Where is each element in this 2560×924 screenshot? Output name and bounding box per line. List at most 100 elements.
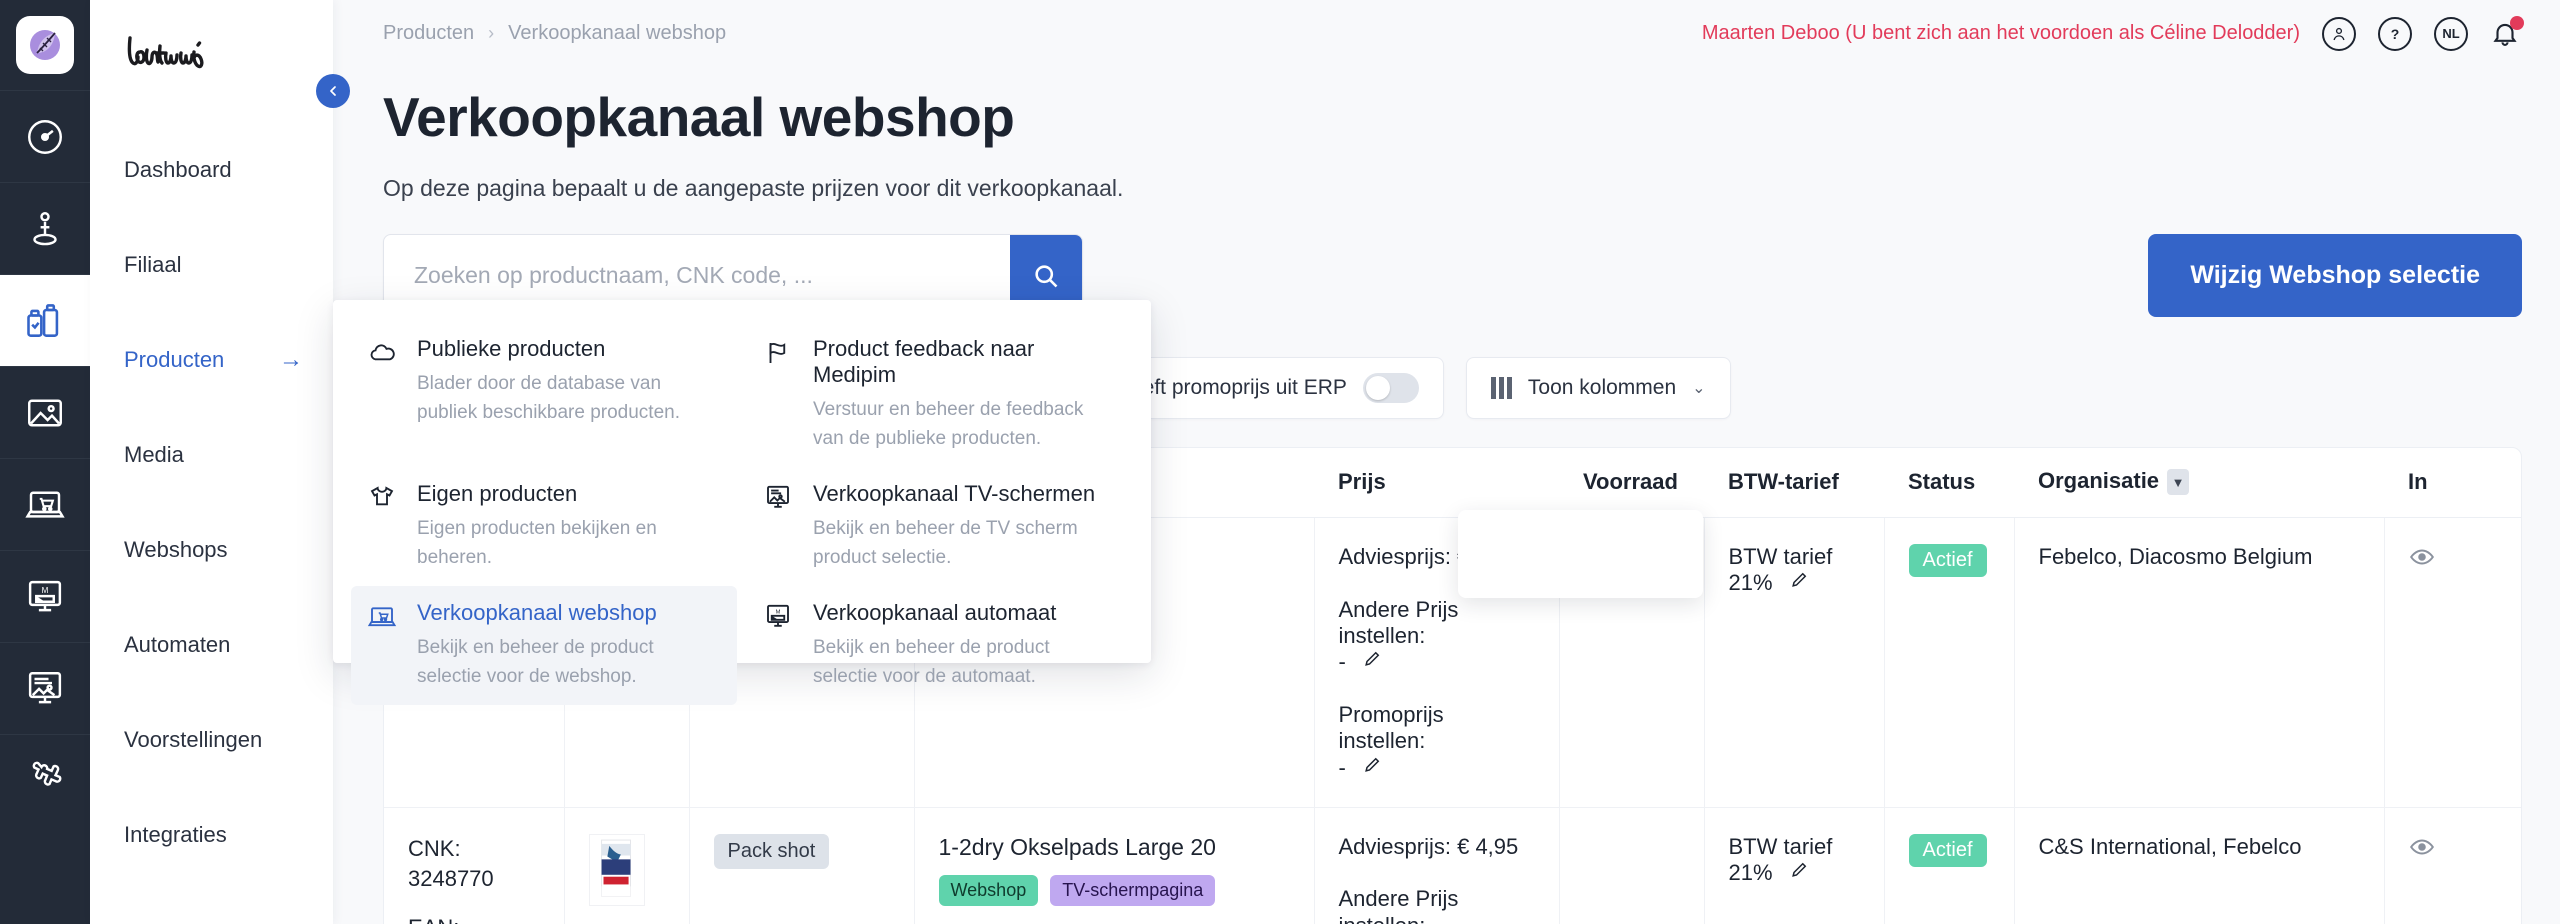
menu-item-verkoopkanaal-tv[interactable]: Verkoopkanaal TV-schermen Bekijk en behe… bbox=[747, 467, 1133, 586]
menu-item-title: Publieke producten bbox=[417, 336, 606, 361]
rail-item-dashboard[interactable] bbox=[0, 90, 90, 182]
menu-item-eigen-producten[interactable]: Eigen producten Eigen producten bekijken… bbox=[351, 467, 737, 586]
andere-prijs-row: - bbox=[1339, 649, 1535, 675]
cell-status: Actief bbox=[1884, 807, 2015, 924]
help-icon[interactable]: ? bbox=[2378, 16, 2412, 51]
page-subtitle: Op deze pagina bepaalt u de aangepaste p… bbox=[383, 175, 1124, 201]
sidebar-item-list: Dashboard Filiaal Producten → Media Webs… bbox=[90, 100, 333, 882]
ean-label: EAN: bbox=[408, 913, 540, 924]
menu-item-title: Verkoopkanaal TV-schermen bbox=[813, 481, 1096, 506]
menu-item-title: Eigen producten bbox=[417, 481, 578, 506]
svg-text:M: M bbox=[42, 585, 49, 594]
menu-item-product-feedback[interactable]: Product feedback naar Medipim Verstuur e… bbox=[747, 322, 1133, 467]
sort-descending-icon[interactable]: ▼ bbox=[2167, 469, 2190, 496]
product-thumbnail bbox=[588, 833, 645, 906]
app-logo[interactable] bbox=[0, 0, 90, 90]
laptop-cart-icon bbox=[24, 484, 66, 526]
sidebar-collapse-button[interactable] bbox=[316, 74, 350, 108]
visibility-icon[interactable] bbox=[2409, 549, 2435, 575]
rail-item-filiaal[interactable] bbox=[0, 182, 90, 274]
product-hover-card bbox=[1458, 510, 1703, 598]
btw-label: BTW tarief bbox=[1728, 544, 1833, 570]
sidebar-item-automaten[interactable]: Automaten bbox=[90, 597, 333, 692]
user-avatar-icon[interactable] bbox=[2322, 16, 2356, 51]
table-row[interactable]: CNK: 3248770 EAN: 8717775824442 bbox=[384, 807, 2521, 924]
gauge-icon bbox=[24, 116, 66, 158]
edit-pencil-icon[interactable] bbox=[1789, 860, 1809, 886]
th-voorraad[interactable]: Voorraad bbox=[1559, 448, 1704, 519]
sidebar-item-label: Integraties bbox=[124, 821, 227, 847]
sidebar-item-filiaal[interactable]: Filiaal bbox=[90, 217, 333, 312]
rail-item-webshops[interactable] bbox=[0, 458, 90, 550]
sidebar-item-label: Media bbox=[124, 441, 184, 467]
cell-packshot: Pack shot bbox=[689, 807, 915, 924]
cell-btw-tarief: BTW tarief 21% bbox=[1704, 807, 1885, 924]
th-btw-tarief[interactable]: BTW-tarief bbox=[1704, 448, 1884, 519]
th-status[interactable]: Status bbox=[1884, 448, 2014, 519]
wijzig-webshop-selectie-button[interactable]: Wijzig Webshop selectie bbox=[2148, 234, 2522, 317]
sidebar-item-dashboard[interactable]: Dashboard bbox=[90, 122, 333, 217]
tag-tv-schermpagina: TV-schermpagina bbox=[1050, 874, 1216, 906]
cell-cnk-ean: CNK: 3248770 EAN: 8717775824442 bbox=[384, 807, 565, 924]
menu-item-desc: Bekijk en beheer de product selectie voo… bbox=[813, 637, 1050, 687]
menu-item-desc: Blader door de database van publiek besc… bbox=[417, 373, 681, 423]
notifications-bell-icon[interactable] bbox=[2490, 15, 2524, 51]
language-selector[interactable]: NL bbox=[2434, 16, 2468, 51]
sidebar-item-media[interactable]: Media bbox=[90, 407, 333, 502]
btw-label: BTW tarief bbox=[1728, 833, 1833, 859]
lochting-leaf-logo bbox=[16, 16, 74, 74]
promoprijs-toggle[interactable] bbox=[1362, 373, 1419, 403]
menu-item-title: Product feedback naar Medipim bbox=[813, 336, 1035, 387]
cloud-icon bbox=[367, 336, 401, 453]
presentation-icon bbox=[24, 668, 66, 710]
sidebar-item-integraties[interactable]: Integraties bbox=[90, 787, 333, 882]
sidebar-item-voorstellingen[interactable]: Voorstellingen bbox=[90, 692, 333, 787]
menu-item-verkoopkanaal-automaat[interactable]: M Verkoopkanaal automaat Bekijk en behee… bbox=[747, 586, 1133, 705]
menu-item-verkoopkanaal-webshop[interactable]: Verkoopkanaal webshop Bekijk en beheer d… bbox=[351, 586, 737, 705]
impersonation-notice: Maarten Deboo (U bent zich aan het voord… bbox=[1701, 22, 2300, 44]
svg-text:M: M bbox=[776, 610, 781, 616]
cell-btw-tarief: BTW tarief 21% bbox=[1704, 517, 1885, 808]
cell-thumbnail[interactable] bbox=[564, 807, 690, 924]
visibility-icon[interactable] bbox=[2409, 839, 2435, 865]
th-prijs[interactable]: Prijs bbox=[1314, 448, 1559, 519]
bottles-icon bbox=[23, 299, 67, 343]
menu-item-desc: Verstuur en beheer de feedback van de pu… bbox=[813, 399, 1084, 449]
rail-item-media[interactable] bbox=[0, 366, 90, 458]
arrow-right-icon: → bbox=[279, 345, 303, 373]
rail-item-producten[interactable] bbox=[0, 274, 90, 366]
laptop-cart-icon bbox=[367, 600, 401, 691]
rail-item-automaten[interactable]: M bbox=[0, 550, 90, 642]
edit-pencil-icon[interactable] bbox=[1362, 649, 1382, 675]
promoprijs-label: Promoprijs instellen: bbox=[1338, 701, 1444, 754]
th-organisatie[interactable]: Organisatie ▼ bbox=[2014, 448, 2384, 519]
btw-value: 21% bbox=[1728, 859, 1773, 885]
th-organisatie-label: Organisatie bbox=[2038, 468, 2160, 493]
edit-pencil-icon[interactable] bbox=[1789, 570, 1809, 596]
app-root: M Dashboard Filiaal Producten → Media We… bbox=[0, 0, 2560, 924]
status-badge: Actief bbox=[1908, 833, 1987, 867]
cell-product-name[interactable]: 1-2dry Okselpads Large 20 Webshop TV-sch… bbox=[914, 807, 1315, 924]
edit-pencil-icon[interactable] bbox=[1362, 755, 1382, 781]
menu-item-desc: Bekijk en beheer de product selectie voo… bbox=[417, 637, 654, 687]
product-name: 1-2dry Okselpads Large 20 bbox=[938, 833, 1216, 860]
menu-item-publieke-producten[interactable]: Publieke producten Blader door de databa… bbox=[351, 322, 737, 467]
sidebar-item-label: Webshops bbox=[124, 536, 228, 562]
sidebar-item-webshops[interactable]: Webshops bbox=[90, 502, 333, 597]
btw-row: 21% bbox=[1729, 570, 1860, 596]
toon-kolommen-button[interactable]: Toon kolommen ⌄ bbox=[1465, 357, 1731, 419]
cell-actions bbox=[2384, 517, 2521, 808]
sidebar-item-label: Producten bbox=[124, 346, 225, 372]
tv-screen-icon bbox=[763, 481, 797, 572]
rail-item-voorstellingen[interactable] bbox=[0, 642, 90, 734]
sidebar-item-producten[interactable]: Producten → bbox=[90, 312, 333, 407]
image-icon bbox=[24, 392, 66, 434]
promoprijs-row: - bbox=[1339, 755, 1535, 781]
cell-voorraad bbox=[1559, 807, 1705, 924]
menu-item-desc: Bekijk en beheer de TV scherm product se… bbox=[813, 518, 1078, 568]
cell-organisatie: C&S International, Febelco bbox=[2014, 807, 2385, 924]
breadcrumb-item-producten[interactable]: Producten bbox=[383, 22, 474, 45]
sidebar-item-label: Dashboard bbox=[124, 156, 232, 182]
btw-row: 21% bbox=[1729, 860, 1860, 886]
rail-item-integraties[interactable] bbox=[0, 734, 90, 826]
